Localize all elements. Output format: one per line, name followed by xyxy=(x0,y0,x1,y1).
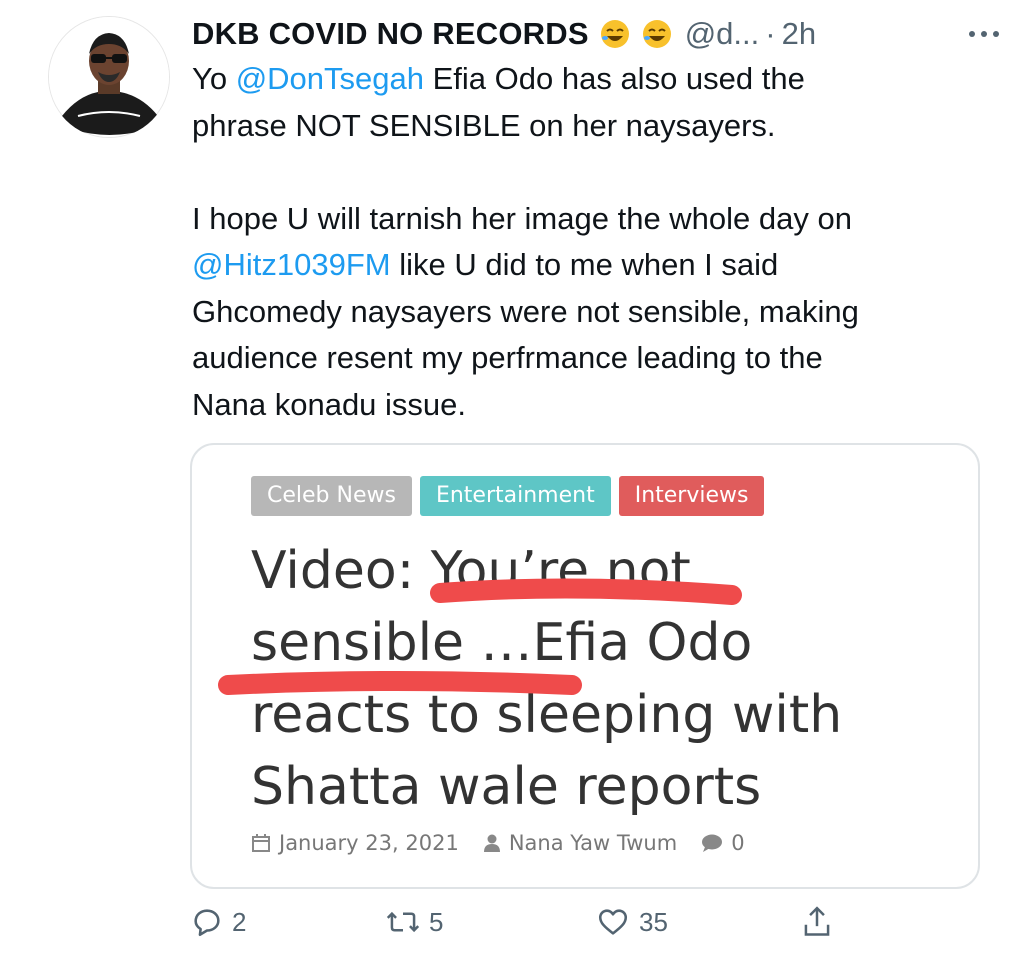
display-name[interactable]: DKB COVID NO RECORDS xyxy=(192,16,589,52)
tweet-text-segment: like U did to me when I said xyxy=(390,247,779,282)
tweet-text-line: @Hitz1039FM like U did to me when I said xyxy=(192,242,992,289)
tweet-text-segment: Nana konadu issue. xyxy=(192,386,467,422)
separator-dot: · xyxy=(765,16,776,51)
tweet-text-segment: phrase NOT SENSIBLE on her naysayers. xyxy=(192,107,776,143)
headline-line: reacts to sleeping with xyxy=(251,685,843,745)
mention-link[interactable]: @Hitz1039FM xyxy=(192,247,391,282)
headline-line: sensible …Efia Odo xyxy=(251,613,753,673)
comment-count: 0 xyxy=(731,831,745,855)
link-preview-card[interactable]: Celeb News Entertainment Interviews Vide… xyxy=(190,443,980,889)
category-tags: Celeb News Entertainment Interviews xyxy=(251,476,765,516)
reply-button[interactable]: 2 xyxy=(190,905,246,939)
avatar-image xyxy=(49,17,169,137)
user-avatar[interactable] xyxy=(48,16,170,138)
tweet-text-segment: audience resent my perfrmance leading to… xyxy=(192,340,823,375)
mention-link[interactable]: @DonTsegah xyxy=(236,61,424,96)
heart-icon xyxy=(598,909,628,935)
reply-count: 2 xyxy=(232,906,247,937)
tweet-text-line xyxy=(192,149,992,196)
retweet-button[interactable]: 5 xyxy=(385,905,443,939)
tweet-text-segment: Efia Odo has also used the xyxy=(424,61,805,96)
tweet-text-line: Ghcomedy naysayers were not sensible, ma… xyxy=(192,289,992,336)
author-text: Nana Yaw Twum xyxy=(508,831,678,855)
tweet-text-line: phrase NOT SENSIBLE on her naysayers. xyxy=(192,103,992,150)
article-date: January 23, 2021 xyxy=(251,831,459,855)
tweet-text-line: audience resent my perfrmance leading to… xyxy=(192,335,992,382)
rolling-on-floor-laughing-emoji-icon xyxy=(642,20,671,48)
share-button[interactable] xyxy=(800,904,842,940)
tag-celeb-news: Celeb News xyxy=(251,476,412,516)
tweet-text-segment: Ghcomedy naysayers were not sensible, ma… xyxy=(192,293,859,329)
rolling-on-floor-laughing-emoji-icon xyxy=(600,20,629,48)
headline-line: Shatta wale reports xyxy=(251,757,762,817)
article-headline: Video: You’re not sensible …Efia Odo rea… xyxy=(251,535,951,823)
article-meta: January 23, 2021 Nana Yaw Twum 0 xyxy=(251,831,769,855)
like-button[interactable]: 35 xyxy=(595,905,668,939)
headline-line: Video: You’re not xyxy=(251,541,691,601)
article-author: Nana Yaw Twum xyxy=(483,831,677,855)
tweet-text-segment: Yo xyxy=(192,61,236,96)
tweet-time[interactable]: 2h xyxy=(782,16,816,52)
tweet-header: DKB COVID NO RECORDS @d... · 2h xyxy=(192,12,1004,56)
tweet-text-line: I hope U will tarnish her image the whol… xyxy=(192,196,992,243)
date-text: January 23, 2021 xyxy=(279,831,459,855)
reply-icon xyxy=(194,909,220,937)
tweet-body: Yo @DonTsegah Efia Odo has also used the… xyxy=(192,56,992,428)
tweet-actions: 2 5 35 xyxy=(190,900,840,944)
like-count: 35 xyxy=(639,906,668,937)
article-comments: 0 xyxy=(701,831,745,855)
retweet-icon xyxy=(386,911,420,933)
share-icon xyxy=(804,906,830,936)
more-options-icon[interactable] xyxy=(964,24,1004,44)
retweet-count: 5 xyxy=(429,906,444,937)
tweet-text-line: Yo @DonTsegah Efia Odo has also used the xyxy=(192,56,992,103)
tag-interviews: Interviews xyxy=(618,476,765,516)
user-handle[interactable]: @d... xyxy=(685,16,760,52)
tweet-text-line: Nana konadu issue. xyxy=(192,382,992,429)
calendar-icon xyxy=(252,834,270,852)
tag-entertainment: Entertainment xyxy=(419,476,611,516)
comment-bubble-icon xyxy=(702,834,723,852)
user-icon xyxy=(483,834,500,852)
tweet-text-segment: I hope U will tarnish her image the whol… xyxy=(192,200,852,236)
